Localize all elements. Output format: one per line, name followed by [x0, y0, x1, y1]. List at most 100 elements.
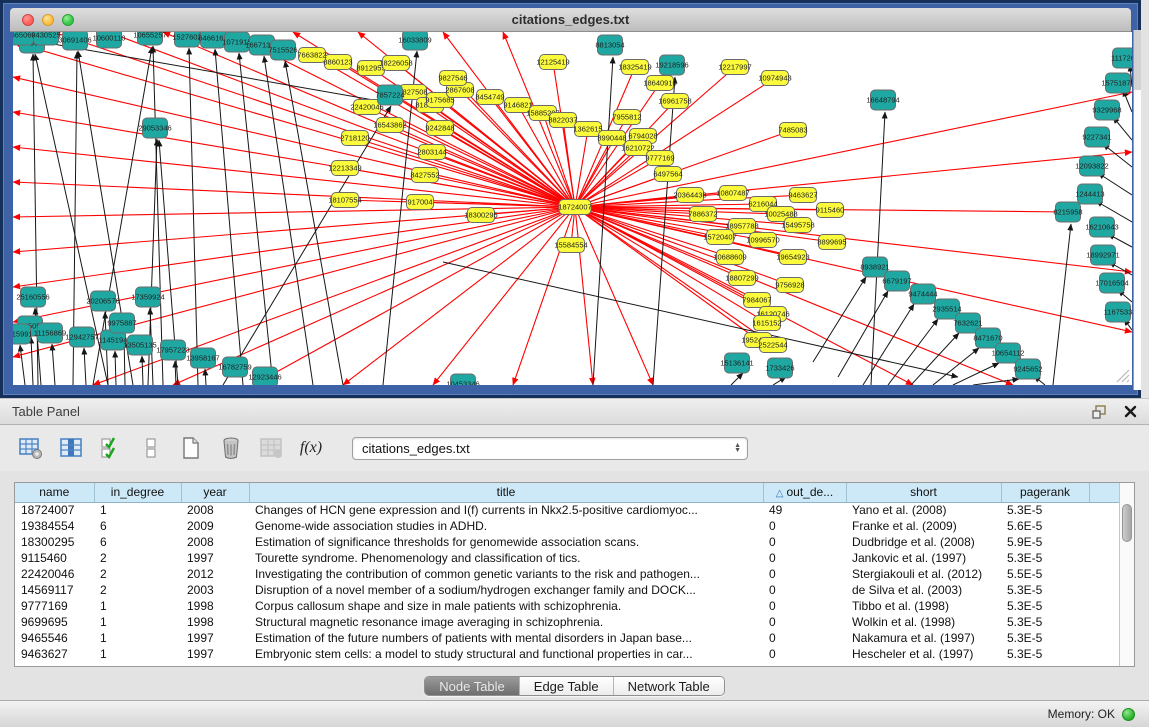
- table-cell[interactable]: 22420046: [15, 566, 94, 582]
- citation-edge[interactable]: [239, 53, 273, 385]
- table-cell[interactable]: Franke et al. (2009): [846, 518, 1001, 534]
- table-row[interactable]: 1872400712008Changes of HCN gene express…: [15, 502, 1121, 518]
- table-cell[interactable]: 2012: [181, 566, 249, 582]
- citation-edge[interactable]: [52, 344, 55, 385]
- citation-edge[interactable]: [911, 333, 959, 385]
- table-cell[interactable]: 18724007: [15, 502, 94, 518]
- table-cell[interactable]: Tourette syndrome. Phenomenology and cla…: [249, 550, 763, 566]
- table-row[interactable]: 969969511998Structural magnetic resonanc…: [15, 614, 1121, 630]
- table-cell[interactable]: Nakamura et al. (1997): [846, 630, 1001, 646]
- select-column-button[interactable]: [58, 435, 84, 461]
- close-panel-icon[interactable]: [1124, 405, 1137, 418]
- citation-edge[interactable]: [838, 291, 888, 377]
- table-cell[interactable]: 2003: [181, 582, 249, 598]
- citation-edge-red[interactable]: [513, 207, 575, 385]
- scrollbar-thumb[interactable]: [1122, 504, 1132, 542]
- table-cell[interactable]: 5.3E-5: [1001, 646, 1089, 662]
- table-cell[interactable]: 2: [94, 550, 181, 566]
- citation-edge[interactable]: [813, 277, 866, 362]
- table-cell[interactable]: 2008: [181, 502, 249, 518]
- table-cell[interactable]: 2: [94, 582, 181, 598]
- table-cell[interactable]: 2: [94, 566, 181, 582]
- table-cell[interactable]: 0: [763, 534, 846, 550]
- table-cell[interactable]: Yano et al. (2008): [846, 502, 1001, 518]
- citation-edge-red[interactable]: [13, 112, 575, 207]
- table-cell[interactable]: 5.3E-5: [1001, 598, 1089, 614]
- table-cell[interactable]: 5.3E-5: [1001, 630, 1089, 646]
- unselect-rows-button[interactable]: [138, 435, 164, 461]
- citation-graph[interactable]: 8860123891295518226058982750881863281654…: [13, 32, 1132, 385]
- function-builder-button[interactable]: f(x): [298, 435, 324, 461]
- tab-network-table[interactable]: Network Table: [614, 677, 724, 695]
- table-cell[interactable]: 0: [763, 630, 846, 646]
- network-canvas[interactable]: 8860123891295518226058982750881863281654…: [13, 32, 1132, 385]
- table-cell[interactable]: Corpus callosum shape and size in male p…: [249, 598, 763, 614]
- citation-edge[interactable]: [142, 356, 143, 385]
- resize-grip-icon[interactable]: [1114, 367, 1130, 383]
- table-cell[interactable]: 6: [94, 518, 181, 534]
- float-panel-icon[interactable]: [1092, 405, 1108, 419]
- citation-edge[interactable]: [115, 351, 116, 385]
- citation-edge[interactable]: [653, 77, 675, 385]
- table-cell[interactable]: 0: [763, 566, 846, 582]
- table-row[interactable]: 911546021997Tourette syndrome. Phenomeno…: [15, 550, 1121, 566]
- citation-edge-red[interactable]: [343, 207, 575, 385]
- citation-edge[interactable]: [1113, 117, 1132, 140]
- table-cell[interactable]: 1998: [181, 598, 249, 614]
- table-cell[interactable]: Disruption of a novel member of a sodium…: [249, 582, 763, 598]
- select-all-checkbox-button[interactable]: [98, 435, 124, 461]
- citation-edge[interactable]: [20, 345, 25, 385]
- table-cell[interactable]: 1998: [181, 614, 249, 630]
- table-cell[interactable]: 49: [763, 502, 846, 518]
- window-titlebar[interactable]: citations_edges.txt: [10, 8, 1131, 32]
- column-header-out_de[interactable]: △out_de...: [763, 483, 846, 502]
- citation-edge[interactable]: [1053, 224, 1071, 385]
- citation-edge[interactable]: [31, 337, 33, 385]
- table-cell[interactable]: 1997: [181, 630, 249, 646]
- table-cell[interactable]: 1: [94, 614, 181, 630]
- column-header-title[interactable]: title: [249, 483, 763, 502]
- delete-column-trash-button[interactable]: [218, 435, 244, 461]
- table-row[interactable]: 946362711997Embryonic stem cells: a mode…: [15, 646, 1121, 662]
- citation-edge[interactable]: [175, 361, 176, 385]
- citation-edge-red[interactable]: [163, 32, 575, 207]
- table-row[interactable]: 977716911998Corpus callosum shape and si…: [15, 598, 1121, 614]
- table-row[interactable]: 2242004622012Investigating the contribut…: [15, 566, 1121, 582]
- table-cell[interactable]: Stergiakouli et al. (2012): [846, 566, 1001, 582]
- table-cell[interactable]: Wolkin et al. (1998): [846, 614, 1001, 630]
- table-cell[interactable]: 1: [94, 598, 181, 614]
- table-cell[interactable]: 5.3E-5: [1001, 502, 1089, 518]
- citation-edge[interactable]: [731, 373, 743, 385]
- table-cell[interactable]: 14569117: [15, 582, 94, 598]
- table-cell[interactable]: 18300295: [15, 534, 94, 550]
- table-cell[interactable]: 9465546: [15, 630, 94, 646]
- table-cell[interactable]: 5.3E-5: [1001, 550, 1089, 566]
- citation-edge-red[interactable]: [575, 207, 593, 385]
- table-cell[interactable]: 5.9E-5: [1001, 534, 1089, 550]
- column-settings-button[interactable]: [18, 435, 44, 461]
- table-cell[interactable]: 1: [94, 502, 181, 518]
- citation-edge-red[interactable]: [13, 182, 575, 207]
- table-cell[interactable]: Dudbridge et al. (2008): [846, 534, 1001, 550]
- citation-edge[interactable]: [84, 348, 86, 385]
- citation-edge-red[interactable]: [575, 92, 1132, 207]
- table-cell[interactable]: 1: [94, 646, 181, 662]
- table-cell[interactable]: 0: [763, 550, 846, 566]
- vertical-scrollbar[interactable]: [1119, 483, 1134, 666]
- table-cell[interactable]: Genome-wide association studies in ADHD.: [249, 518, 763, 534]
- delete-table-button-disabled[interactable]: [258, 435, 284, 461]
- column-header-year[interactable]: year: [181, 483, 249, 502]
- table-cell[interactable]: Embryonic stem cells: a model to study s…: [249, 646, 763, 662]
- column-header-in_degree[interactable]: in_degree: [94, 483, 181, 502]
- table-cell[interactable]: 5.3E-5: [1001, 614, 1089, 630]
- table-cell[interactable]: Estimation of significance thresholds fo…: [249, 534, 763, 550]
- table-cell[interactable]: Hescheler et al. (1997): [846, 646, 1001, 662]
- table-cell[interactable]: Structural magnetic resonance image aver…: [249, 614, 763, 630]
- table-cell[interactable]: 6: [94, 534, 181, 550]
- table-cell[interactable]: 19384554: [15, 518, 94, 534]
- table-cell[interactable]: 2009: [181, 518, 249, 534]
- table-cell[interactable]: 5.6E-5: [1001, 518, 1089, 534]
- table-cell[interactable]: 0: [763, 646, 846, 662]
- table-cell[interactable]: 9115460: [15, 550, 94, 566]
- citation-edge[interactable]: [863, 304, 914, 385]
